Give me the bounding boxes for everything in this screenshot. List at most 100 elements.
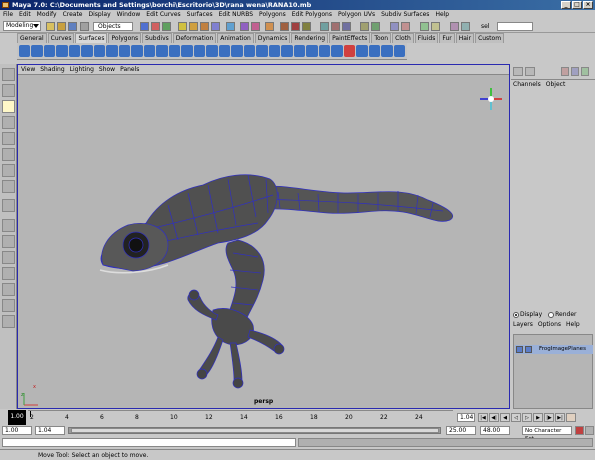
insert-isoparm-icon[interactable] bbox=[318, 45, 331, 57]
maximize-button[interactable]: □ bbox=[572, 1, 582, 9]
show-manipulator-icon[interactable] bbox=[2, 180, 15, 193]
layout-icon-7[interactable] bbox=[2, 315, 15, 328]
four-view-layout-icon[interactable] bbox=[2, 235, 15, 248]
tool-icon-9[interactable] bbox=[431, 22, 440, 31]
menu-polygon-uvs[interactable]: Polygon UVs bbox=[338, 10, 375, 20]
bevel-icon[interactable] bbox=[206, 45, 218, 57]
anim-prefs-icon[interactable] bbox=[585, 426, 594, 435]
menu-object[interactable]: Object bbox=[546, 80, 566, 89]
tab-surfaces[interactable]: Surfaces bbox=[75, 33, 108, 43]
planar-icon[interactable] bbox=[143, 45, 156, 57]
scale-tool-icon[interactable] bbox=[2, 132, 15, 145]
lasso-tool-icon[interactable] bbox=[2, 84, 15, 97]
tool-icon-1[interactable] bbox=[320, 22, 329, 31]
animation-start-field[interactable]: 1.00 bbox=[2, 426, 32, 435]
layout-icon-6[interactable] bbox=[2, 299, 15, 312]
play-forward-icon[interactable]: ▷ bbox=[522, 413, 532, 422]
new-scene-icon[interactable] bbox=[46, 22, 55, 31]
soft-mod-tool-icon[interactable] bbox=[2, 164, 15, 177]
mel-command-input[interactable] bbox=[2, 438, 296, 447]
rotate-tool-icon[interactable] bbox=[2, 116, 15, 129]
single-view-layout-icon[interactable] bbox=[2, 219, 15, 232]
menu-edit-curves[interactable]: Edit Curves bbox=[146, 10, 180, 20]
snap-grid-icon[interactable] bbox=[178, 22, 187, 31]
menu-display[interactable]: Display bbox=[89, 10, 111, 20]
current-frame-field[interactable]: 1.04 bbox=[457, 413, 475, 422]
tool-icon-6[interactable] bbox=[390, 22, 399, 31]
nurbs-cone-icon[interactable] bbox=[56, 45, 68, 57]
stitch-icon[interactable] bbox=[381, 45, 393, 57]
persp-graph-layout-icon[interactable] bbox=[2, 267, 15, 280]
animation-end-field[interactable]: 48.00 bbox=[480, 426, 510, 435]
menu-edit-polygons[interactable]: Edit Polygons bbox=[292, 10, 332, 20]
tab-animation[interactable]: Animation bbox=[217, 33, 254, 43]
ipr-render-icon[interactable] bbox=[291, 22, 300, 31]
select-mode-icon[interactable] bbox=[80, 22, 89, 31]
round-tool-icon[interactable] bbox=[368, 45, 381, 57]
menu-options[interactable]: Options bbox=[538, 320, 561, 330]
channel-box-toggle-icon[interactable] bbox=[513, 67, 523, 76]
menu-edit[interactable]: Edit bbox=[19, 10, 31, 20]
auto-keyframe-icon[interactable] bbox=[575, 426, 584, 435]
menu-surfaces[interactable]: Surfaces bbox=[187, 10, 213, 20]
tab-cloth[interactable]: Cloth bbox=[392, 33, 414, 43]
panel-menu-panels[interactable]: Panels bbox=[120, 65, 139, 74]
tab-dynamics[interactable]: Dynamics bbox=[254, 33, 291, 43]
tool-icon-7[interactable] bbox=[401, 22, 410, 31]
last-tool-icon[interactable] bbox=[2, 199, 15, 212]
untrim-icon[interactable] bbox=[256, 45, 268, 57]
tool-icon-5[interactable] bbox=[371, 22, 380, 31]
snap-plane-icon[interactable] bbox=[211, 22, 220, 31]
persp-outliner-layout-icon[interactable] bbox=[2, 251, 15, 264]
playback-start-field[interactable]: 1.04 bbox=[35, 426, 65, 435]
tool-icon-4[interactable] bbox=[360, 22, 369, 31]
hypershade-layout-icon[interactable] bbox=[2, 283, 15, 296]
nurbs-plane-icon[interactable] bbox=[68, 45, 81, 57]
tab-custom[interactable]: Custom bbox=[475, 33, 505, 43]
nurbs-cube-icon[interactable] bbox=[31, 45, 43, 57]
extend-surface-icon[interactable] bbox=[331, 45, 343, 57]
quick-select-input[interactable] bbox=[497, 22, 533, 31]
tab-subdivs[interactable]: Subdivs bbox=[142, 33, 172, 43]
range-slider[interactable] bbox=[68, 427, 441, 434]
loft-icon[interactable] bbox=[131, 45, 143, 57]
input-ops-icon[interactable] bbox=[240, 22, 249, 31]
tab-toon[interactable]: Toon bbox=[371, 33, 392, 43]
revolve-icon[interactable] bbox=[118, 45, 131, 57]
range-slider-thumb[interactable] bbox=[71, 428, 439, 433]
select-object-icon[interactable] bbox=[151, 22, 160, 31]
nurbs-sphere-icon[interactable] bbox=[19, 45, 31, 57]
tab-curves[interactable]: Curves bbox=[47, 33, 75, 43]
select-component-icon[interactable] bbox=[162, 22, 171, 31]
tool-icon-10[interactable] bbox=[450, 22, 459, 31]
intersect-icon[interactable] bbox=[231, 45, 243, 57]
close-button[interactable]: × bbox=[583, 1, 593, 9]
step-back-frame-icon[interactable]: ◀ bbox=[500, 413, 510, 422]
menu-help[interactable]: Help bbox=[435, 10, 449, 20]
perspective-viewport[interactable]: View Shading Lighting Show Panels x z pe… bbox=[17, 64, 510, 409]
menu-window[interactable]: Window bbox=[117, 10, 141, 20]
tab-polygons[interactable]: Polygons bbox=[108, 33, 142, 43]
menu-modify[interactable]: Modify bbox=[37, 10, 57, 20]
tab-hair[interactable]: Hair bbox=[455, 33, 475, 43]
nurbs-circle-icon[interactable] bbox=[93, 45, 106, 57]
layer-row[interactable]: FrogImagePlanes bbox=[515, 345, 593, 354]
tab-fluids[interactable]: Fluids bbox=[414, 33, 439, 43]
help-icon[interactable] bbox=[561, 67, 569, 76]
layer-type-toggle[interactable] bbox=[525, 346, 532, 353]
tool-icon-8[interactable] bbox=[420, 22, 429, 31]
step-forward-key-icon[interactable]: |▶ bbox=[544, 413, 554, 422]
open-close-icon[interactable] bbox=[306, 45, 318, 57]
snap-curve-icon[interactable] bbox=[189, 22, 198, 31]
menu-layers-help[interactable]: Help bbox=[566, 320, 580, 330]
menu-layers[interactable]: Layers bbox=[513, 320, 533, 330]
trim-tool-icon[interactable] bbox=[243, 45, 256, 57]
step-forward-frame-icon[interactable]: ▶ bbox=[533, 413, 543, 422]
project-curve-icon[interactable] bbox=[218, 45, 231, 57]
boundary-icon[interactable] bbox=[181, 45, 193, 57]
menu-file[interactable]: File bbox=[3, 10, 13, 20]
playback-end-field[interactable]: 25.00 bbox=[446, 426, 476, 435]
play-backward-icon[interactable]: ◁ bbox=[511, 413, 521, 422]
move-tool-icon[interactable] bbox=[2, 100, 15, 113]
save-scene-icon[interactable] bbox=[68, 22, 77, 31]
